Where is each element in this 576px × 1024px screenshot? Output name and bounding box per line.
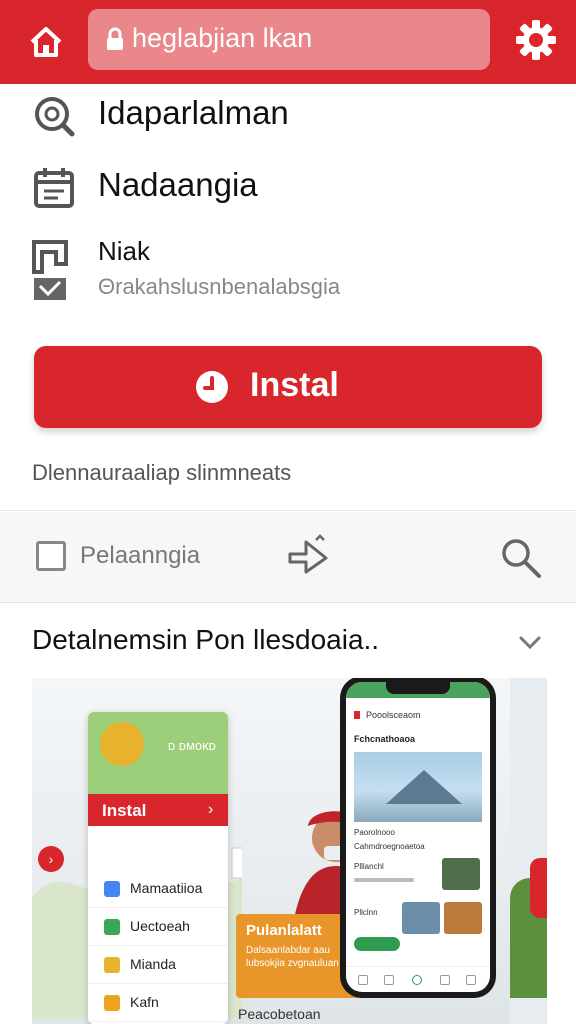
lock-icon — [107, 27, 123, 50]
app-icon — [104, 881, 120, 897]
preview-caption: Peacobetoan — [238, 1006, 321, 1022]
phone-screen: Pooolsceaom Fchcnathoaoa Paorolnooo Cahm… — [346, 682, 490, 992]
checkbox-label: Pelaanngia — [80, 542, 201, 569]
list-item-calendar[interactable]: Nadaangia — [0, 156, 576, 220]
home-icon[interactable] — [26, 22, 66, 62]
card-header-image: ᴅ ᴅᴍᴏᴋᴅ — [88, 712, 228, 794]
clock-icon — [196, 371, 228, 403]
phone-nav-bar — [346, 966, 490, 992]
app-label: Mamaatiioa — [130, 880, 203, 896]
url-text: heglabjian lkan — [132, 23, 313, 53]
divider — [0, 510, 576, 511]
app-preview-image: › Pulanlalatt Dalsaanlabdar aau lubsokji… — [32, 678, 547, 1024]
storage-icon — [32, 240, 68, 300]
install-label: Instal — [250, 366, 339, 404]
section-title: Detalnemsin Pon llesdoaia.. — [32, 624, 380, 655]
app-icon — [104, 919, 120, 935]
search-circle-icon — [35, 97, 75, 137]
phone-row-text: Paorolnooo — [354, 828, 395, 837]
phone-thumbnail — [444, 902, 482, 934]
app-list-item[interactable]: Uectoeah — [88, 908, 228, 946]
description-text: Dlennauraaliap slinmneats — [32, 460, 292, 485]
list-item-label: Nadaangia — [98, 166, 258, 203]
promo-title: Pulanlalatt — [246, 922, 322, 939]
chevron-down-icon[interactable] — [516, 628, 544, 656]
list-item-label: Idaparlalman — [98, 94, 289, 131]
phone-notch — [386, 682, 450, 694]
app-label: Kafn — [130, 994, 159, 1010]
list-item-title: Niak — [98, 236, 151, 266]
app-label: Mianda — [130, 956, 176, 972]
phone-section-title: Fchcnathoaoa — [354, 734, 416, 744]
carousel-prev-button[interactable]: › — [38, 846, 64, 872]
calendar-icon — [34, 168, 74, 208]
nav-apps-icon — [440, 975, 450, 985]
chevron-right-icon: › — [208, 801, 214, 818]
phone-action-button — [354, 937, 400, 951]
gear-icon[interactable] — [514, 18, 558, 62]
app-logo-icon — [354, 711, 360, 719]
top-bar: heglabjian lkan — [0, 0, 576, 84]
nav-home-icon — [358, 975, 368, 985]
app-list-item[interactable]: Kafn — [88, 984, 228, 1022]
share-icon[interactable] — [286, 534, 330, 576]
carousel-next-button[interactable] — [530, 858, 547, 918]
card-install-button[interactable]: Instal › — [88, 794, 228, 826]
nav-menu-icon — [466, 975, 476, 985]
list-item-subtitle: Θrakahslusnbenalabsgia — [98, 274, 341, 299]
text-line — [354, 878, 414, 882]
phone-mockup: Pooolsceaom Fchcnathoaoa Paorolnooo Cahm… — [340, 678, 496, 998]
app-card: ᴅ ᴅᴍᴏᴋᴅ Instal › Mamaatiioa Uectoeah Mia… — [88, 712, 228, 1024]
phone-row-text: Pllclnn — [354, 908, 378, 917]
card-header-text: ᴅ ᴅᴍᴏᴋᴅ — [168, 738, 216, 753]
app-icon — [104, 995, 120, 1011]
list-item-storage[interactable]: Niak Θrakahslusnbenalabsgia — [0, 230, 576, 304]
nav-center-icon — [412, 975, 422, 985]
list-item-search[interactable]: Idaparlalman — [0, 84, 576, 148]
install-button[interactable]: Instal — [34, 346, 542, 428]
phone-row-text: Cahmdroegnoaetoa — [354, 842, 425, 851]
card-header-badge — [100, 722, 144, 766]
phone-thumbnail — [402, 902, 440, 934]
phone-row-text: Plllanchl — [354, 862, 384, 871]
app-label: Uectoeah — [130, 918, 190, 934]
app-list-item[interactable]: Mianda — [88, 946, 228, 984]
phone-thumbnail — [442, 858, 480, 890]
nav-chat-icon — [384, 975, 394, 985]
url-bar[interactable]: heglabjian lkan — [88, 9, 490, 70]
card-install-label: Instal — [102, 801, 147, 820]
divider — [0, 602, 576, 603]
search-icon[interactable] — [500, 537, 542, 579]
select-checkbox[interactable] — [36, 541, 66, 571]
action-toolbar: Pelaanngia — [0, 512, 576, 602]
phone-header: Pooolsceaom — [366, 710, 421, 720]
app-icon — [104, 957, 120, 973]
app-list-item[interactable]: Mamaatiioa — [88, 870, 228, 908]
mountain-illustration — [386, 770, 462, 804]
